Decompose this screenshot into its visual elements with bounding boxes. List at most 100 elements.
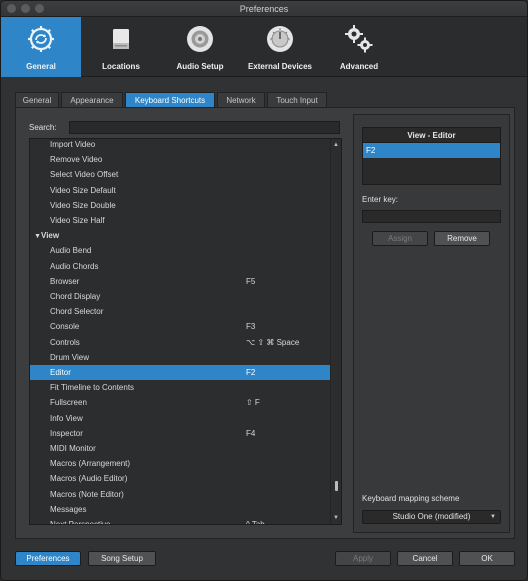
preferences-window: Preferences General Locations Audio Setu… — [0, 0, 528, 581]
command-name: Import Video — [50, 140, 96, 149]
command-name: Fullscreen — [50, 398, 87, 408]
assign-button[interactable]: Assign — [372, 231, 428, 246]
assigned-key-item[interactable]: F2 — [363, 143, 500, 158]
command-row[interactable]: Macros (Audio Editor) — [30, 471, 331, 486]
remove-button[interactable]: Remove — [434, 231, 490, 246]
category-label: Advanced — [339, 62, 379, 71]
command-name: MIDI Monitor — [50, 444, 96, 453]
command-shortcut: ⌥ ⇧ ⌘ Space — [246, 337, 300, 347]
mapping-scheme-select[interactable]: Studio One (modified) ▼ — [362, 510, 501, 524]
command-row[interactable]: Editor F2 — [30, 365, 331, 380]
tab-touch-input[interactable]: Touch Input — [267, 92, 327, 107]
title-bar: Preferences — [1, 1, 527, 17]
command-name: Select Video Offset — [50, 170, 119, 180]
command-row[interactable]: Video Size Default — [30, 183, 331, 198]
command-row[interactable]: Drum View — [30, 350, 331, 365]
command-name: Video Size Half — [50, 216, 105, 225]
ok-button[interactable]: OK — [459, 551, 515, 566]
cancel-button[interactable]: Cancel — [397, 551, 453, 566]
command-name: Inspector — [50, 428, 83, 438]
command-name: Browser — [50, 276, 80, 286]
command-row[interactable]: Video Size Half — [30, 213, 331, 228]
command-group-row[interactable]: ▲ View — [30, 228, 331, 243]
command-name: View — [41, 231, 60, 241]
command-row[interactable]: Macros (Note Editor) — [30, 487, 331, 502]
command-row[interactable]: Audio Bend — [30, 243, 331, 258]
category-toolbar: General Locations Audio Setup External D… — [1, 17, 527, 77]
command-shortcut: F4 — [246, 428, 256, 438]
tab-keyboard-shortcuts[interactable]: Keyboard Shortcuts — [125, 92, 215, 107]
search-input[interactable] — [69, 121, 340, 134]
command-name: Video Size Default — [50, 185, 116, 195]
hard-drive-icon — [113, 29, 129, 49]
tab-network[interactable]: Network — [217, 92, 265, 107]
category-locations[interactable]: Locations — [81, 17, 161, 77]
command-name: Chord Display — [50, 292, 101, 301]
command-row[interactable]: Import Video — [30, 139, 331, 152]
command-row[interactable]: Fit Timeline to Contents — [30, 380, 331, 395]
command-row[interactable]: Fullscreen ⇧ F — [30, 395, 331, 410]
command-row[interactable]: Video Size Double — [30, 198, 331, 213]
scroll-down-arrow-icon[interactable]: ▼ — [333, 515, 339, 521]
command-row[interactable]: Info View — [30, 411, 331, 426]
command-name: Fit Timeline to Contents — [50, 383, 135, 393]
general-gear-icon — [28, 26, 54, 52]
command-row[interactable]: Browser F5 — [30, 274, 331, 289]
command-shortcut: ⇧ F — [246, 398, 260, 408]
command-row[interactable]: Select Video Offset — [30, 167, 331, 182]
command-row[interactable]: MIDI Monitor — [30, 441, 331, 456]
category-label: External Devices — [247, 62, 313, 71]
window-title: Preferences — [239, 4, 289, 14]
tab-appearance[interactable]: Appearance — [61, 92, 123, 107]
command-row[interactable]: Inspector F4 — [30, 426, 331, 441]
command-name: Macros (Audio Editor) — [50, 474, 128, 484]
command-row[interactable]: Next Perspective ^ Tab — [30, 517, 331, 525]
command-name: Console — [50, 322, 80, 332]
category-external-devices[interactable]: External Devices — [239, 17, 321, 77]
category-label: General — [26, 62, 56, 71]
search-label: Search: — [29, 123, 57, 132]
command-list: Import Video Remove Video Select Video Off… — [29, 138, 342, 525]
command-name: Drum View — [50, 352, 89, 362]
tab-general[interactable]: General — [15, 92, 59, 107]
enter-key-label: Enter key: — [362, 195, 399, 204]
expand-triangle-icon[interactable]: ▲ — [34, 228, 41, 243]
preferences-button[interactable]: Preferences — [15, 551, 81, 566]
chevron-down-icon: ▼ — [490, 514, 496, 520]
command-name: Macros (Note Editor) — [50, 489, 124, 499]
command-name: Messages — [50, 504, 87, 514]
knob-icon — [267, 26, 293, 52]
command-row[interactable]: Controls ⌥ ⇧ ⌘ Space — [30, 335, 331, 350]
command-name: Editor — [50, 368, 71, 377]
command-row[interactable]: Audio Chords — [30, 259, 331, 274]
enter-key-input[interactable] — [362, 210, 501, 223]
command-row[interactable]: Messages — [30, 502, 331, 517]
command-row[interactable]: Macros (Arrangement) — [30, 456, 331, 471]
scrollbar-thumb[interactable] — [335, 481, 338, 491]
command-name: Audio Bend — [50, 246, 92, 256]
category-audio-setup[interactable]: Audio Setup — [161, 17, 239, 77]
mapping-scheme-label: Keyboard mapping scheme — [362, 494, 460, 503]
assigned-keys-list: View - Editor F2 — [362, 127, 501, 185]
command-shortcut: ^ Tab — [246, 520, 265, 525]
command-name: Chord Selector — [50, 307, 104, 317]
command-name: Remove Video — [50, 155, 103, 165]
command-name: Next Perspective — [50, 520, 111, 525]
command-name: Controls — [50, 337, 80, 347]
category-label: Audio Setup — [176, 62, 224, 71]
category-general[interactable]: General — [1, 17, 81, 77]
command-name: Video Size Double — [50, 200, 116, 210]
command-row[interactable]: Remove Video — [30, 152, 331, 167]
assigned-keys-title: View - Editor — [363, 128, 500, 143]
command-list-scrollbar[interactable]: ▲ ▼ — [330, 139, 341, 524]
command-name: Audio Chords — [50, 261, 99, 271]
apply-button[interactable]: Apply — [335, 551, 391, 566]
command-shortcut: F5 — [246, 276, 256, 286]
category-advanced[interactable]: Advanced — [321, 17, 397, 77]
command-row[interactable]: Chord Selector — [30, 304, 331, 319]
command-row[interactable]: Console F3 — [30, 319, 331, 334]
category-label: Locations — [102, 62, 140, 71]
scroll-up-arrow-icon[interactable]: ▲ — [333, 142, 339, 148]
song-setup-button[interactable]: Song Setup — [88, 551, 156, 566]
command-row[interactable]: Chord Display — [30, 289, 331, 304]
